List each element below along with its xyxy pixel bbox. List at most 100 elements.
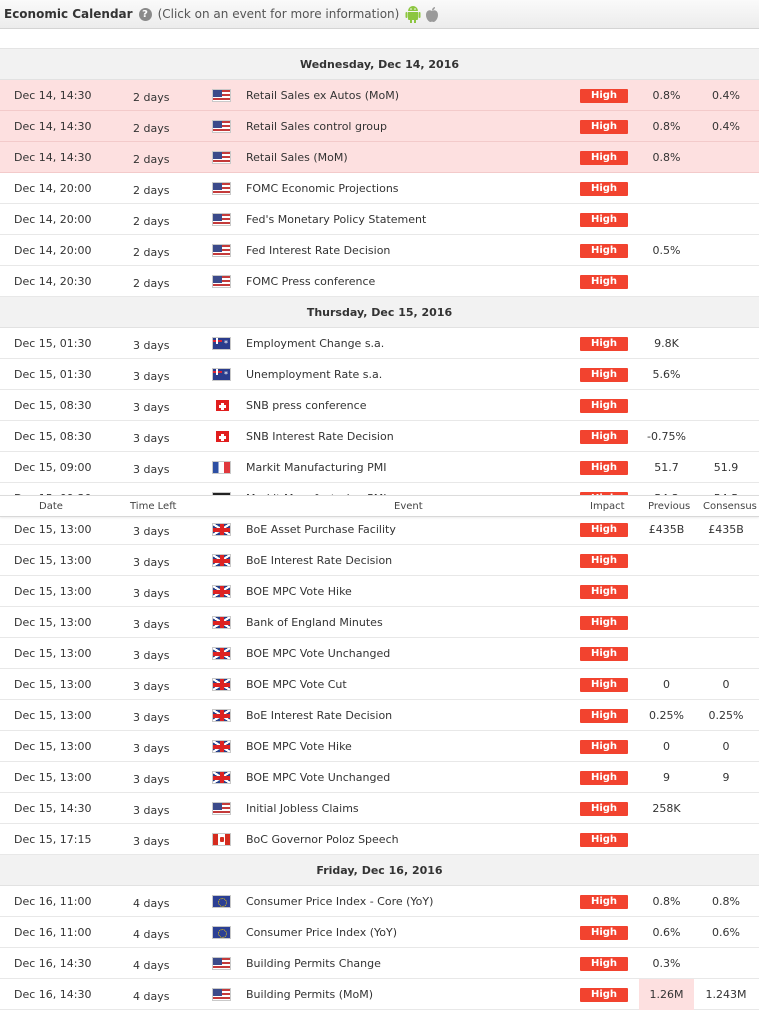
event-previous: 0.8% [652, 151, 681, 164]
event-row[interactable]: Dec 15, 09:30 3 days Markit Manufacturing … [0, 483, 759, 495]
impact-badge: High [580, 801, 628, 816]
event-name[interactable]: Building Permits Change [246, 948, 381, 979]
event-name[interactable]: Bank of England Minutes [246, 607, 383, 638]
impact-cell: High [580, 731, 628, 762]
impact-badge: High [580, 832, 628, 847]
impact-badge: High [580, 398, 628, 413]
event-name[interactable]: Retail Sales ex Autos (MoM) [246, 80, 399, 111]
event-row[interactable]: Dec 15, 13:00 3 days BoE Interest Rate Dec… [0, 545, 759, 576]
event-name[interactable]: BoE Asset Purchase Facility [246, 517, 396, 545]
event-row[interactable]: Dec 14, 20:30 2 days FOMC Press conference… [0, 266, 759, 297]
event-time-left: 3 days [133, 835, 170, 848]
event-row[interactable]: Dec 15, 08:30 3 days SNB press conference H… [0, 390, 759, 421]
col-event[interactable]: Event [394, 496, 423, 517]
event-name[interactable]: SNB press conference [246, 390, 366, 421]
event-consensus: 54.5 [697, 483, 755, 495]
event-row[interactable]: Dec 15, 09:00 3 days Markit Manufacturing … [0, 452, 759, 483]
impact-cell: High [580, 390, 628, 421]
event-name[interactable]: Fed Interest Rate Decision [246, 235, 390, 266]
event-row[interactable]: Dec 16, 14:30 4 days Building Permits (MoM… [0, 979, 759, 1010]
event-previous: 258K [652, 802, 681, 815]
event-name[interactable]: Unemployment Rate s.a. [246, 359, 382, 390]
event-row[interactable]: Dec 15, 13:00 3 days BoE Interest Rate Dec… [0, 700, 759, 731]
gb-flag-icon [212, 616, 231, 629]
event-time-left: 4 days [133, 897, 170, 910]
event-row[interactable]: Dec 16, 11:00 4 days Consumer Price Index … [0, 917, 759, 948]
event-name[interactable]: FOMC Press conference [246, 266, 375, 297]
gb-flag-icon [212, 771, 231, 784]
country-flag-icon [212, 235, 231, 266]
event-row[interactable]: Dec 15, 01:30 3 days Unemployment Rate s.a… [0, 359, 759, 390]
event-name[interactable]: Consumer Price Index (YoY) [246, 917, 397, 948]
event-date: Dec 15, 08:30 [14, 430, 92, 443]
col-date[interactable]: Date [39, 496, 63, 517]
event-name[interactable]: Employment Change s.a. [246, 328, 384, 359]
event-name[interactable]: Markit Manufacturing PMI [246, 452, 387, 483]
event-date: Dec 15, 13:00 [14, 771, 92, 784]
event-row[interactable]: Dec 14, 20:00 2 days FOMC Economic Project… [0, 173, 759, 204]
event-previous: 5.6% [652, 368, 681, 381]
event-row[interactable]: Dec 14, 14:30 2 days Retail Sales (MoM) Hig… [0, 142, 759, 173]
event-row[interactable]: Dec 15, 13:00 3 days BOE MPC Vote Unchange… [0, 638, 759, 669]
event-row[interactable]: Dec 15, 13:00 3 days BOE MPC Vote Hike High… [0, 731, 759, 762]
event-name[interactable]: BoC Governor Poloz Speech [246, 824, 399, 855]
event-date: Dec 15, 13:00 [14, 709, 92, 722]
event-consensus: £435B [708, 523, 744, 536]
event-name[interactable]: FOMC Economic Projections [246, 173, 399, 204]
event-previous: 0.8% [652, 120, 681, 133]
event-name[interactable]: BoE Interest Rate Decision [246, 700, 392, 731]
event-name[interactable]: Consumer Price Index - Core (YoY) [246, 886, 433, 917]
event-name[interactable]: BOE MPC Vote Unchanged [246, 762, 390, 793]
event-time-left: 3 days [133, 773, 170, 786]
event-row[interactable]: Dec 15, 13:00 3 days BoE Asset Purchase Fa… [0, 517, 759, 545]
event-consensus: 0.4% [712, 120, 740, 133]
event-name[interactable]: BOE MPC Vote Cut [246, 669, 347, 700]
event-name[interactable]: BOE MPC Vote Hike [246, 731, 352, 762]
event-row[interactable]: Dec 15, 13:00 3 days BOE MPC Vote Unchange… [0, 762, 759, 793]
event-name[interactable]: BOE MPC Vote Unchanged [246, 638, 390, 669]
event-row[interactable]: Dec 16, 11:00 4 days Consumer Price Index … [0, 886, 759, 917]
event-name[interactable]: Building Permits (MoM) [246, 979, 373, 1010]
event-name[interactable]: Retail Sales (MoM) [246, 142, 348, 173]
event-time-left: 3 days [133, 401, 170, 414]
event-date: Dec 15, 13:00 [14, 523, 92, 536]
col-previous[interactable]: Previous [648, 496, 690, 517]
event-name[interactable]: Initial Jobless Claims [246, 793, 359, 824]
event-row[interactable]: Dec 15, 13:00 3 days Bank of England Minut… [0, 607, 759, 638]
event-row[interactable]: Dec 16, 14:30 4 days Building Permits Chan… [0, 948, 759, 979]
event-name[interactable]: SNB Interest Rate Decision [246, 421, 394, 452]
event-row[interactable]: Dec 15, 17:15 3 days BoC Governor Poloz Sp… [0, 824, 759, 855]
event-row[interactable]: Dec 15, 08:30 3 days SNB Interest Rate Dec… [0, 421, 759, 452]
event-name[interactable]: BoE Interest Rate Decision [246, 545, 392, 576]
event-previous: 0 [663, 740, 670, 753]
event-row[interactable]: Dec 14, 20:00 2 days Fed Interest Rate Dec… [0, 235, 759, 266]
event-consensus [697, 607, 755, 638]
impact-badge: High [580, 615, 628, 630]
country-flag-icon [212, 142, 231, 173]
event-row[interactable]: Dec 14, 20:00 2 days Fed's Monetary Policy… [0, 204, 759, 235]
event-row[interactable]: Dec 15, 14:30 3 days Initial Jobless Claim… [0, 793, 759, 824]
event-date: Dec 15, 01:30 [14, 368, 92, 381]
event-name[interactable]: Retail Sales control group [246, 111, 387, 142]
event-row[interactable]: Dec 15, 01:30 3 days Employment Change s.a… [0, 328, 759, 359]
event-previous [639, 576, 694, 607]
country-flag-icon [212, 517, 231, 545]
event-name[interactable]: Markit Manufacturing PMI [246, 483, 387, 495]
gb-flag-icon [212, 554, 231, 567]
col-time-left[interactable]: Time Left [130, 496, 176, 517]
impact-cell: High [580, 452, 628, 483]
event-date: Dec 15, 14:30 [14, 802, 92, 815]
us-flag-icon [212, 802, 231, 815]
event-name[interactable]: Fed's Monetary Policy Statement [246, 204, 426, 235]
col-consensus[interactable]: Consensus [703, 496, 757, 517]
event-row[interactable]: Dec 14, 14:30 2 days Retail Sales ex Autos… [0, 80, 759, 111]
impact-cell: High [580, 483, 628, 495]
col-impact[interactable]: Impact [590, 496, 625, 517]
event-row[interactable]: Dec 14, 14:30 2 days Retail Sales control … [0, 111, 759, 142]
event-row[interactable]: Dec 15, 13:00 3 days BOE MPC Vote Hike High [0, 576, 759, 607]
event-name[interactable]: BOE MPC Vote Hike [246, 576, 352, 607]
country-flag-icon [212, 80, 231, 111]
us-flag-icon [212, 89, 231, 102]
us-flag-icon [212, 182, 231, 195]
event-row[interactable]: Dec 15, 13:00 3 days BOE MPC Vote Cut High 0… [0, 669, 759, 700]
